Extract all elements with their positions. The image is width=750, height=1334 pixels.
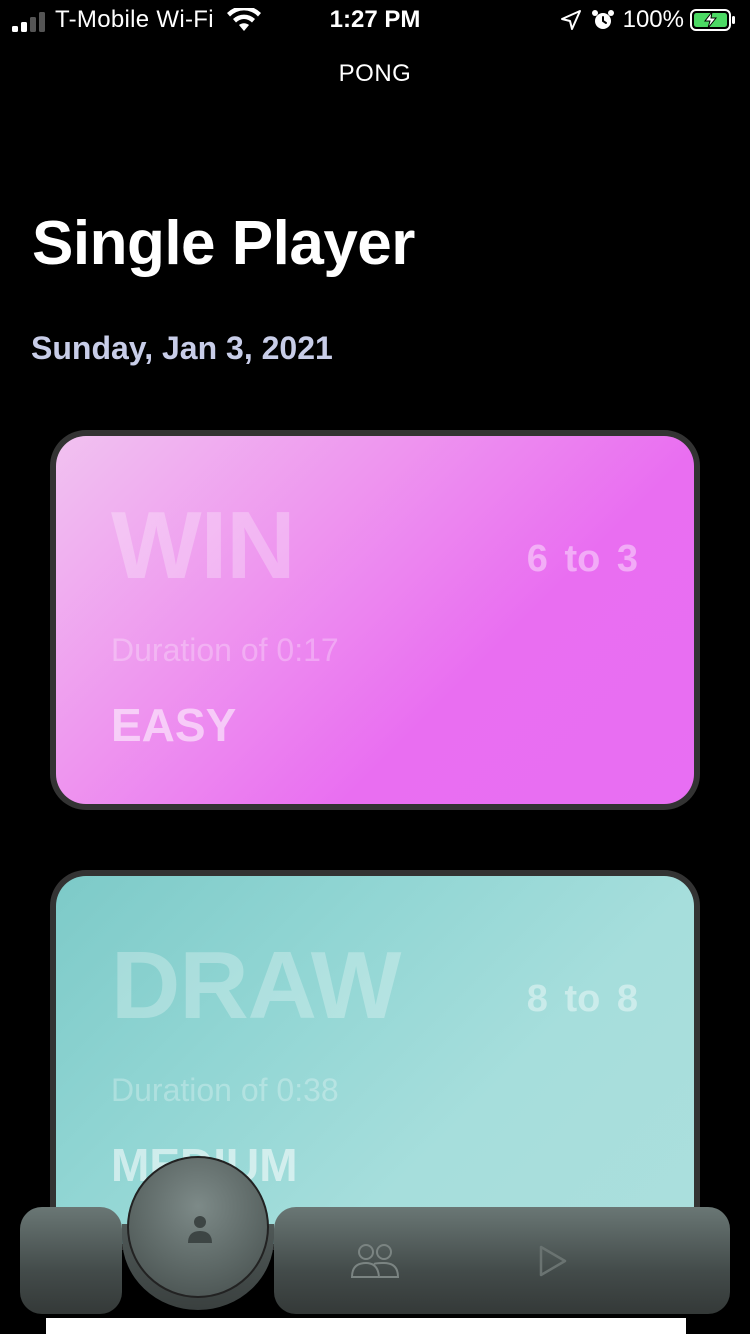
location-icon bbox=[560, 10, 581, 30]
duration-label: Duration of 0:38 bbox=[111, 1072, 339, 1108]
status-bar: T-Mobile Wi-Fi 1:27 PM 100% bbox=[0, 0, 750, 40]
result-label: WIN bbox=[111, 492, 296, 599]
person-icon bbox=[188, 1216, 212, 1243]
group-icon bbox=[350, 1244, 400, 1278]
page-title: Single Player bbox=[32, 209, 415, 278]
result-label: DRAW bbox=[111, 932, 401, 1039]
nav-title: PONG bbox=[338, 60, 412, 87]
tab-multiplayer[interactable] bbox=[340, 1230, 410, 1290]
section-date: Sunday, Jan 3, 2021 bbox=[31, 330, 333, 366]
battery-percent: 100% bbox=[622, 6, 684, 33]
difficulty-label: EASY bbox=[111, 699, 237, 751]
score-label: 6 to 3 bbox=[526, 538, 638, 580]
score-label: 8 to 8 bbox=[526, 978, 638, 1020]
tab-single-player[interactable] bbox=[127, 1156, 269, 1298]
alarm-icon bbox=[591, 10, 614, 29]
tab-play[interactable] bbox=[520, 1230, 586, 1290]
duration-label: Duration of 0:17 bbox=[111, 632, 339, 668]
play-icon bbox=[539, 1245, 567, 1277]
bottom-strip bbox=[46, 1318, 686, 1334]
tab-bar-left-segment bbox=[20, 1207, 122, 1314]
battery-charging-icon bbox=[690, 9, 735, 31]
game-card-win[interactable]: WIN 6 to 3 Duration of 0:17 EASY bbox=[50, 430, 700, 810]
